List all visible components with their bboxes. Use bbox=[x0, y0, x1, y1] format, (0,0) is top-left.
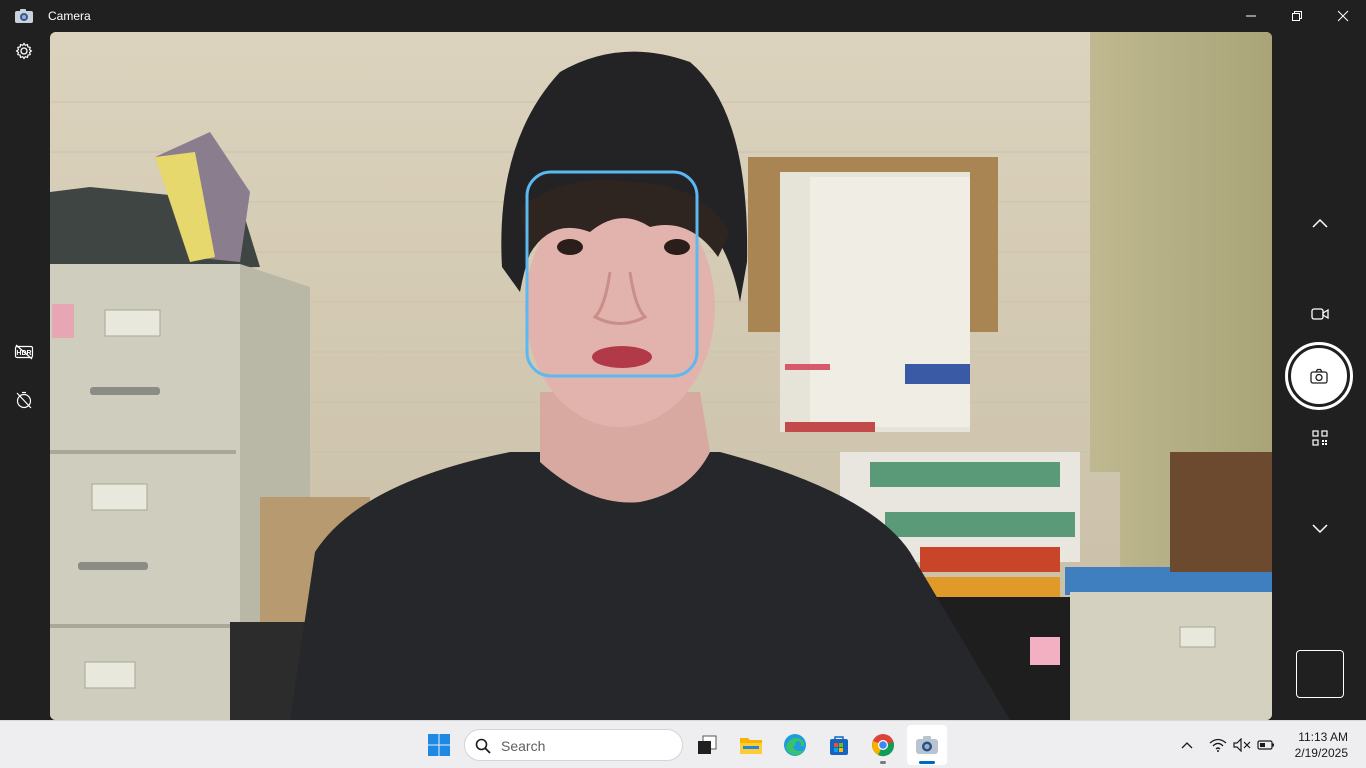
qr-scan-button[interactable] bbox=[1300, 422, 1340, 454]
search-icon bbox=[475, 738, 491, 754]
start-button[interactable] bbox=[419, 725, 459, 765]
camera-icon bbox=[916, 736, 938, 754]
live-preview-image bbox=[50, 32, 1272, 720]
timer-button[interactable] bbox=[8, 384, 40, 416]
file-explorer-icon bbox=[740, 738, 762, 754]
chevron-up-icon bbox=[1312, 218, 1328, 228]
camera-viewfinder bbox=[50, 32, 1272, 720]
taskbar-search-box[interactable]: Search bbox=[464, 729, 683, 761]
restore-button[interactable] bbox=[1274, 0, 1320, 32]
restore-icon bbox=[1292, 11, 1302, 21]
title-bar: Camera bbox=[0, 0, 1366, 32]
task-view-icon bbox=[698, 735, 717, 754]
camera-app-window: Camera HDR bbox=[0, 0, 1366, 720]
volume-button[interactable] bbox=[1232, 735, 1252, 755]
camera-taskbar-button[interactable] bbox=[907, 725, 947, 765]
qr-code-icon bbox=[1312, 430, 1328, 446]
network-button[interactable] bbox=[1208, 735, 1228, 755]
timer-off-icon bbox=[16, 391, 32, 409]
video-camera-icon bbox=[1311, 308, 1329, 320]
hdr-button[interactable]: HDR bbox=[8, 336, 40, 368]
taskbar: Search 11:13 AM 2/19/2025 bbox=[0, 720, 1366, 768]
store-button[interactable] bbox=[819, 725, 859, 765]
gear-icon bbox=[15, 42, 33, 60]
clock-time: 11:13 AM bbox=[1298, 730, 1348, 744]
edge-button[interactable] bbox=[775, 725, 815, 765]
battery-icon bbox=[1257, 740, 1274, 750]
clock[interactable]: 11:13 AM 2/19/2025 bbox=[1278, 729, 1348, 761]
chrome-icon bbox=[872, 734, 894, 757]
running-indicator bbox=[880, 761, 886, 764]
video-mode-button[interactable] bbox=[1300, 298, 1340, 330]
clock-date: 2/19/2025 bbox=[1294, 746, 1348, 760]
window-title: Camera bbox=[48, 9, 91, 23]
hdr-icon: HDR bbox=[14, 344, 34, 360]
minimize-button[interactable] bbox=[1228, 0, 1274, 32]
active-indicator bbox=[919, 761, 935, 764]
show-hidden-icons-button[interactable] bbox=[1177, 735, 1197, 755]
chevron-down-icon bbox=[1312, 524, 1328, 534]
settings-button[interactable] bbox=[8, 35, 40, 67]
take-photo-button[interactable] bbox=[1285, 342, 1353, 410]
shutter-inner bbox=[1290, 347, 1348, 405]
last-capture-thumbnail[interactable] bbox=[1296, 650, 1344, 698]
camera-shutter-icon bbox=[1310, 368, 1328, 384]
wifi-icon bbox=[1209, 738, 1227, 752]
battery-button[interactable] bbox=[1256, 735, 1276, 755]
camera-app-icon bbox=[14, 8, 34, 24]
close-icon bbox=[1337, 10, 1349, 22]
task-view-button[interactable] bbox=[687, 725, 727, 765]
close-button[interactable] bbox=[1320, 0, 1366, 32]
minimize-icon bbox=[1246, 15, 1256, 17]
edge-icon bbox=[784, 734, 806, 756]
file-explorer-button[interactable] bbox=[731, 725, 771, 765]
windows-start-icon bbox=[428, 734, 450, 756]
mode-scroll-down-button[interactable] bbox=[1300, 513, 1340, 545]
store-icon bbox=[830, 736, 848, 755]
search-placeholder: Search bbox=[501, 738, 546, 754]
mode-scroll-up-button[interactable] bbox=[1300, 207, 1340, 239]
chevron-up-icon bbox=[1181, 742, 1193, 749]
chrome-button[interactable] bbox=[863, 725, 903, 765]
volume-muted-icon bbox=[1233, 738, 1251, 752]
